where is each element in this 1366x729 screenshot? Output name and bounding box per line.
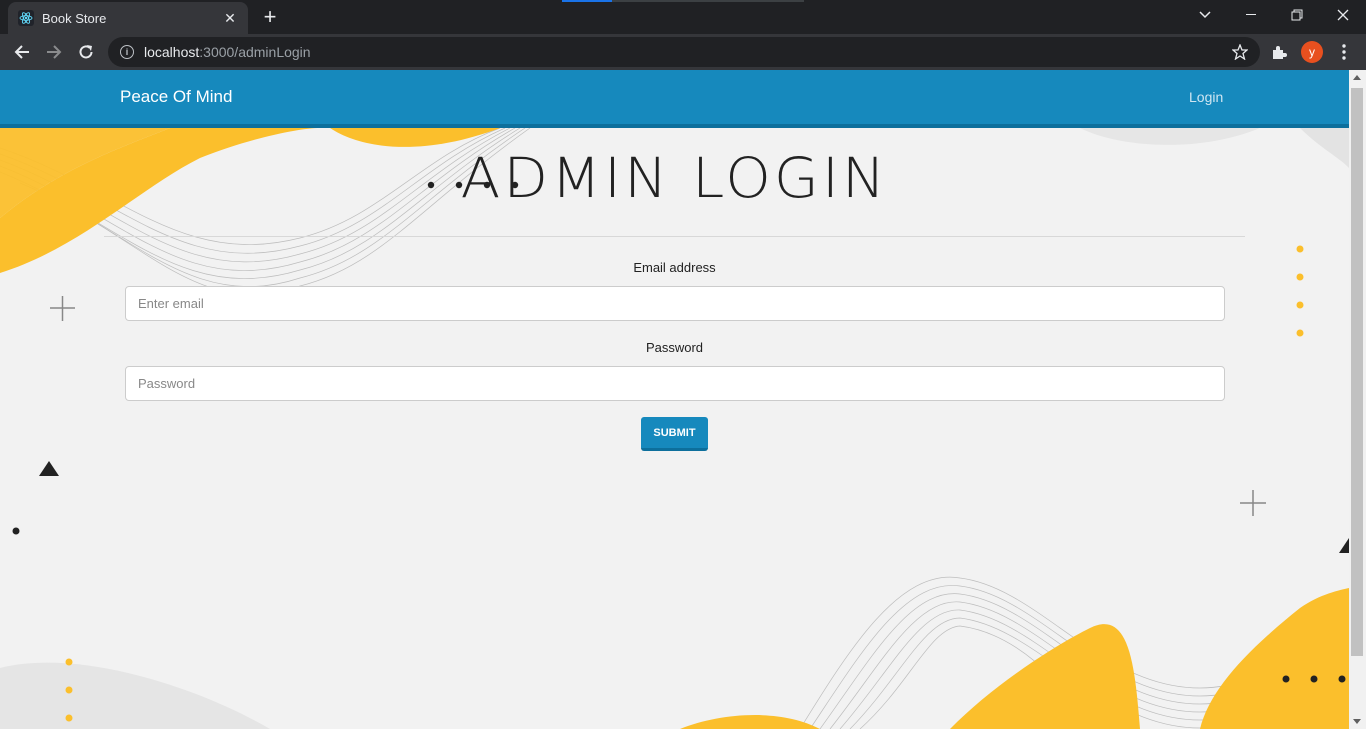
url-path: :3000/adminLogin: [199, 44, 311, 60]
address-bar[interactable]: i localhost :3000/adminLogin: [108, 37, 1260, 67]
extensions-icon[interactable]: [1267, 40, 1291, 64]
browser-toolbar: i localhost :3000/adminLogin y: [0, 34, 1366, 70]
page-viewport: Peace Of Mind Login ADMIN LOGIN Email ad…: [0, 70, 1349, 729]
tab-title: Book Store: [42, 10, 107, 26]
forward-icon[interactable]: [42, 40, 66, 64]
email-label: Email address: [633, 260, 716, 275]
page-scrollbar[interactable]: [1349, 70, 1366, 729]
tab-strip-indicator: [562, 0, 612, 2]
profile-avatar[interactable]: y: [1301, 41, 1323, 63]
top-navbar: Peace Of Mind Login: [0, 70, 1349, 128]
browser-tabbar: Book Store ✕ +: [0, 0, 1366, 34]
divider: [104, 236, 1245, 237]
close-tab-icon[interactable]: ✕: [222, 10, 238, 27]
brand-logo[interactable]: Peace Of Mind: [120, 87, 232, 107]
site-info-icon[interactable]: i: [120, 45, 134, 59]
new-tab-icon[interactable]: +: [258, 6, 282, 30]
scroll-down-icon[interactable]: [1353, 719, 1361, 724]
close-window-icon[interactable]: [1320, 0, 1366, 30]
submit-button[interactable]: SUBMIT: [641, 417, 708, 451]
back-icon[interactable]: [10, 40, 34, 64]
password-input[interactable]: [125, 366, 1225, 401]
url-host: localhost: [144, 44, 200, 60]
restore-icon[interactable]: [1274, 0, 1320, 30]
minimize-icon[interactable]: [1228, 0, 1274, 30]
menu-kebab-icon[interactable]: [1332, 40, 1356, 64]
reload-icon[interactable]: [74, 40, 98, 64]
browser-tab[interactable]: Book Store ✕: [8, 2, 248, 34]
page-title: ADMIN LOGIN: [460, 145, 889, 211]
scrollbar-thumb[interactable]: [1351, 88, 1363, 656]
tab-strip-divider: [612, 0, 804, 2]
password-label: Password: [645, 340, 704, 355]
tab-search-icon[interactable]: [1182, 0, 1228, 30]
login-link[interactable]: Login: [1189, 89, 1223, 105]
bookmark-star-icon[interactable]: [1228, 40, 1252, 64]
react-icon: [18, 10, 34, 26]
scroll-up-icon[interactable]: [1353, 75, 1361, 80]
email-input[interactable]: [125, 286, 1225, 321]
